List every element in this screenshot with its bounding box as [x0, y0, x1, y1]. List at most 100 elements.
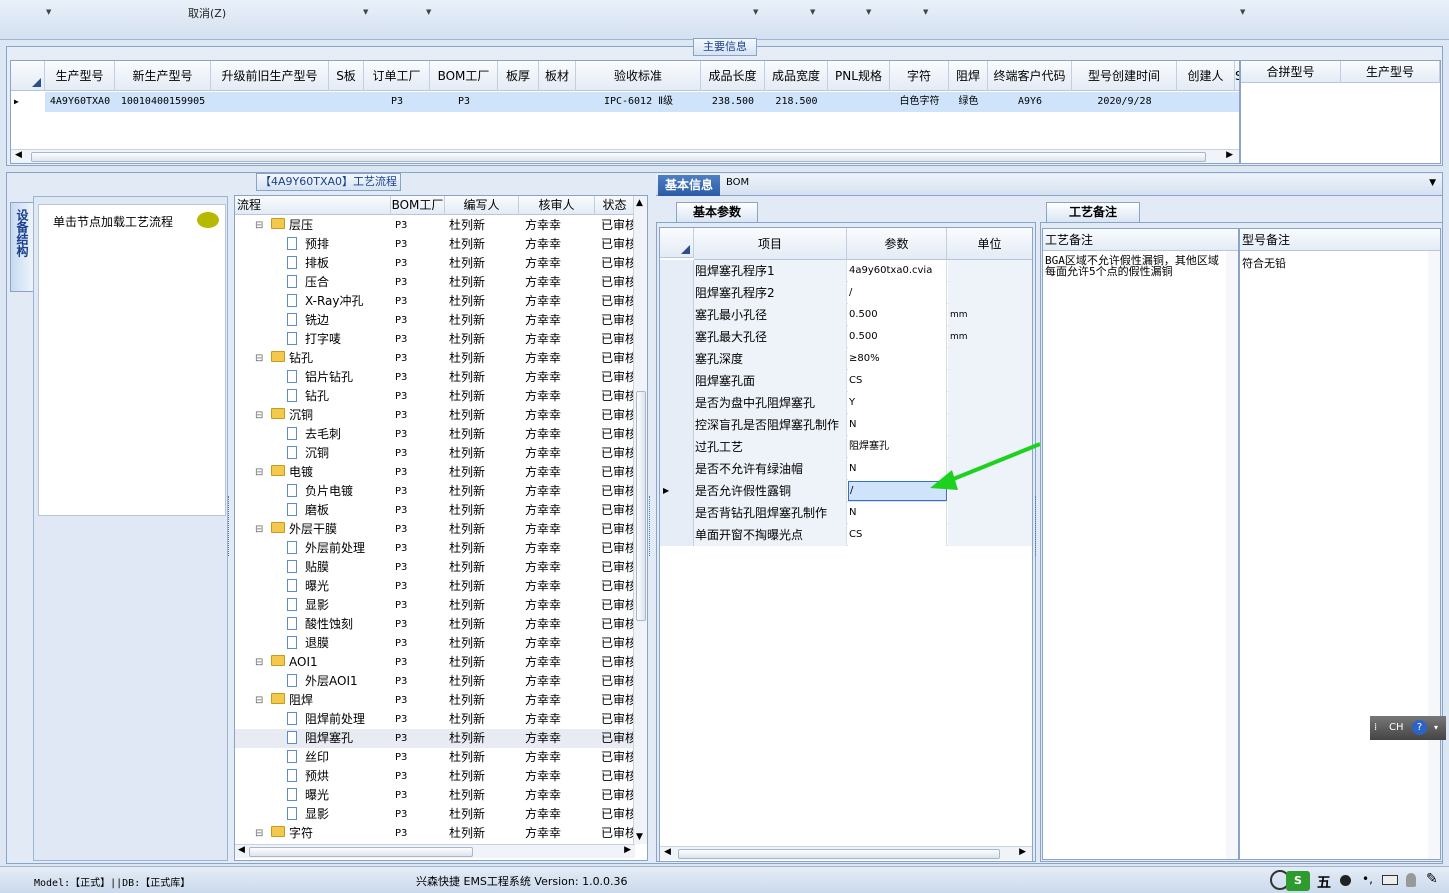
param-value-input[interactable]: ≥80%: [848, 348, 947, 370]
tab-dropdown-icon[interactable]: ▼: [1429, 178, 1436, 188]
process-hscroll[interactable]: ◀ ▶: [235, 844, 635, 858]
help-icon[interactable]: ?: [1412, 720, 1427, 735]
column-header[interactable]: 订单工厂: [364, 61, 430, 91]
row-selector[interactable]: [660, 458, 694, 480]
ime-mode-text[interactable]: 五: [1317, 872, 1331, 892]
table-cell[interactable]: [828, 92, 890, 112]
scroll-thumb[interactable]: [636, 391, 646, 621]
note-vscroll[interactable]: [1428, 251, 1440, 859]
row-selector[interactable]: [660, 392, 694, 414]
param-row[interactable]: 阻焊塞孔程序1 4a9y60txa0.cvia: [660, 260, 1032, 282]
punctuation-icon[interactable]: •,: [1362, 872, 1373, 886]
table-cell[interactable]: P3: [364, 92, 430, 112]
row-selector-icon[interactable]: ▶: [11, 92, 45, 112]
tree-row[interactable]: 压合 P3 杜列新 方幸幸 已审核: [235, 273, 635, 292]
column-header[interactable]: 终端客户代码: [988, 61, 1072, 91]
column-header[interactable]: 参数: [847, 228, 947, 260]
param-value-input[interactable]: 4a9y60txa0.cvia: [848, 260, 947, 282]
user-icon[interactable]: [1406, 873, 1416, 887]
table-cell[interactable]: 白色字符: [890, 92, 949, 112]
cancel-menu-item[interactable]: 取消(Z): [188, 5, 226, 21]
table-cell[interactable]: IPC-6012 Ⅱ级: [576, 92, 701, 112]
scroll-thumb[interactable]: [249, 847, 473, 857]
table-cell[interactable]: 绿色: [949, 92, 988, 112]
column-header[interactable]: 阻焊: [949, 61, 988, 91]
column-header[interactable]: 字符: [890, 61, 949, 91]
collapse-icon[interactable]: ⊟: [255, 520, 263, 539]
param-row[interactable]: 阻焊塞孔程序2/: [660, 282, 1032, 304]
scroll-thumb[interactable]: [678, 849, 1000, 859]
param-row[interactable]: 是否为盘中孔阻焊塞孔 Y: [660, 392, 1032, 414]
tree-row[interactable]: 丝印 P3 杜列新 方幸幸 已审核: [235, 748, 635, 767]
tree-row[interactable]: 排板 P3 杜列新 方幸幸 已审核: [235, 254, 635, 273]
tree-row[interactable]: 酸性蚀刻 P3 杜列新 方幸幸 已审核: [235, 615, 635, 634]
tree-row[interactable]: 预烘 P3 杜列新 方幸幸 已审核: [235, 767, 635, 786]
row-selector[interactable]: [660, 370, 694, 392]
param-row[interactable]: 是否背钻孔阻焊塞孔制作 N: [660, 502, 1032, 524]
table-cell[interactable]: [1177, 92, 1235, 112]
tree-row[interactable]: 预排 P3 杜列新 方幸幸 已审核: [235, 235, 635, 254]
row-selector[interactable]: ▶: [660, 480, 694, 502]
column-header[interactable]: 编写人: [445, 196, 519, 215]
row-selector[interactable]: [660, 436, 694, 458]
column-header[interactable]: 项目: [694, 228, 847, 260]
wrench-icon[interactable]: ✎: [1426, 871, 1438, 887]
splitter-handle[interactable]: [649, 496, 654, 556]
tree-row[interactable]: 曝光 P3 杜列新 方幸幸 已审核: [235, 786, 635, 805]
process-note-box[interactable]: 工艺备注 BGA区域不允许假性漏铜，其他区域每面允许5个点的假性漏铜: [1042, 228, 1239, 860]
tree-row[interactable]: 外层AOI1 P3 杜列新 方幸幸 已审核: [235, 672, 635, 691]
column-header[interactable]: 验收标准: [576, 61, 701, 91]
scroll-up-icon[interactable]: ▲: [636, 198, 643, 208]
param-row[interactable]: 单面开窗不掏曝光点 CS: [660, 524, 1032, 546]
model-note-box[interactable]: 型号备注 符合无铅: [1239, 228, 1441, 860]
column-header[interactable]: 单位: [947, 228, 1032, 260]
tab-basic-info[interactable]: 基本信息: [658, 175, 720, 196]
device-tree[interactable]: 单击节点加载工艺流程: [38, 204, 226, 516]
dropdown-arrow-icon[interactable]: ▼: [363, 8, 368, 16]
dropdown-arrow-icon[interactable]: ▼: [426, 8, 431, 16]
column-header[interactable]: 型号创建时间: [1072, 61, 1177, 91]
tree-row[interactable]: 铝片钻孔 P3 杜列新 方幸幸 已审核: [235, 368, 635, 387]
tree-row[interactable]: 去毛刺 P3 杜列新 方幸幸 已审核: [235, 425, 635, 444]
param-row[interactable]: 塞孔深度 ≥80%: [660, 348, 1032, 370]
row-selector[interactable]: [660, 502, 694, 524]
param-row[interactable]: 阻焊塞孔面 CS: [660, 370, 1032, 392]
param-value-input[interactable]: 0.500: [848, 326, 947, 348]
params-tab[interactable]: 基本参数: [676, 202, 758, 223]
row-selector[interactable]: [660, 326, 694, 348]
tree-row[interactable]: 退膜 P3 杜列新 方幸幸 已审核: [235, 634, 635, 653]
tree-row[interactable]: 沉铜 P3 杜列新 方幸幸 已审核: [235, 444, 635, 463]
collapse-icon[interactable]: ⊟: [255, 349, 263, 368]
tree-row[interactable]: ⊟ 钻孔 P3 杜列新 方幸幸 已审核: [235, 349, 635, 368]
table-cell[interactable]: 238.500: [701, 92, 765, 112]
param-value-input[interactable]: 0.500: [848, 304, 947, 326]
tree-row[interactable]: ⊟ 阻焊 P3 杜列新 方幸幸 已审核: [235, 691, 635, 710]
params-hscroll[interactable]: ◀ ▶: [660, 846, 1032, 860]
dropdown-arrow-icon[interactable]: ▼: [866, 8, 871, 16]
column-header[interactable]: 状态: [595, 196, 635, 215]
param-value-input[interactable]: N: [848, 502, 947, 524]
param-value-input[interactable]: CS: [848, 524, 947, 546]
column-header[interactable]: BOM工厂: [430, 61, 498, 91]
tree-row[interactable]: ⊟ 外层干膜 P3 杜列新 方幸幸 已审核: [235, 520, 635, 539]
device-structure-tab[interactable]: 设备结构: [10, 202, 34, 292]
tree-row[interactable]: 负片电镀 P3 杜列新 方幸幸 已审核: [235, 482, 635, 501]
param-row[interactable]: 塞孔最小孔径 0.500 mm: [660, 304, 1032, 326]
row-selector[interactable]: [660, 524, 694, 546]
column-header[interactable]: 流程: [235, 196, 391, 215]
tree-row[interactable]: X-Ray冲孔 P3 杜列新 方幸幸 已审核: [235, 292, 635, 311]
note-vscroll[interactable]: [1226, 251, 1238, 859]
dropdown-arrow-icon[interactable]: ▼: [1240, 8, 1245, 16]
tree-row[interactable]: ⊟ 字符 P3 杜列新 方幸幸 已审核: [235, 824, 635, 843]
column-header[interactable]: 成品宽度: [765, 61, 828, 91]
tree-row[interactable]: 阻焊前处理 P3 杜列新 方幸幸 已审核: [235, 710, 635, 729]
ime-menu-icon[interactable]: ▾: [1434, 716, 1438, 740]
tab-bom[interactable]: BOM: [726, 177, 749, 188]
collapse-icon[interactable]: ⊟: [255, 463, 263, 482]
column-header[interactable]: 升级前旧生产型号: [211, 61, 329, 91]
column-header[interactable]: 成品长度: [701, 61, 765, 91]
main-info-hscroll[interactable]: ◀ ▶: [11, 149, 1239, 163]
column-header[interactable]: 生产型号: [45, 61, 115, 91]
scroll-thumb[interactable]: [31, 152, 1206, 162]
dropdown-arrow-icon[interactable]: ▼: [46, 8, 51, 16]
